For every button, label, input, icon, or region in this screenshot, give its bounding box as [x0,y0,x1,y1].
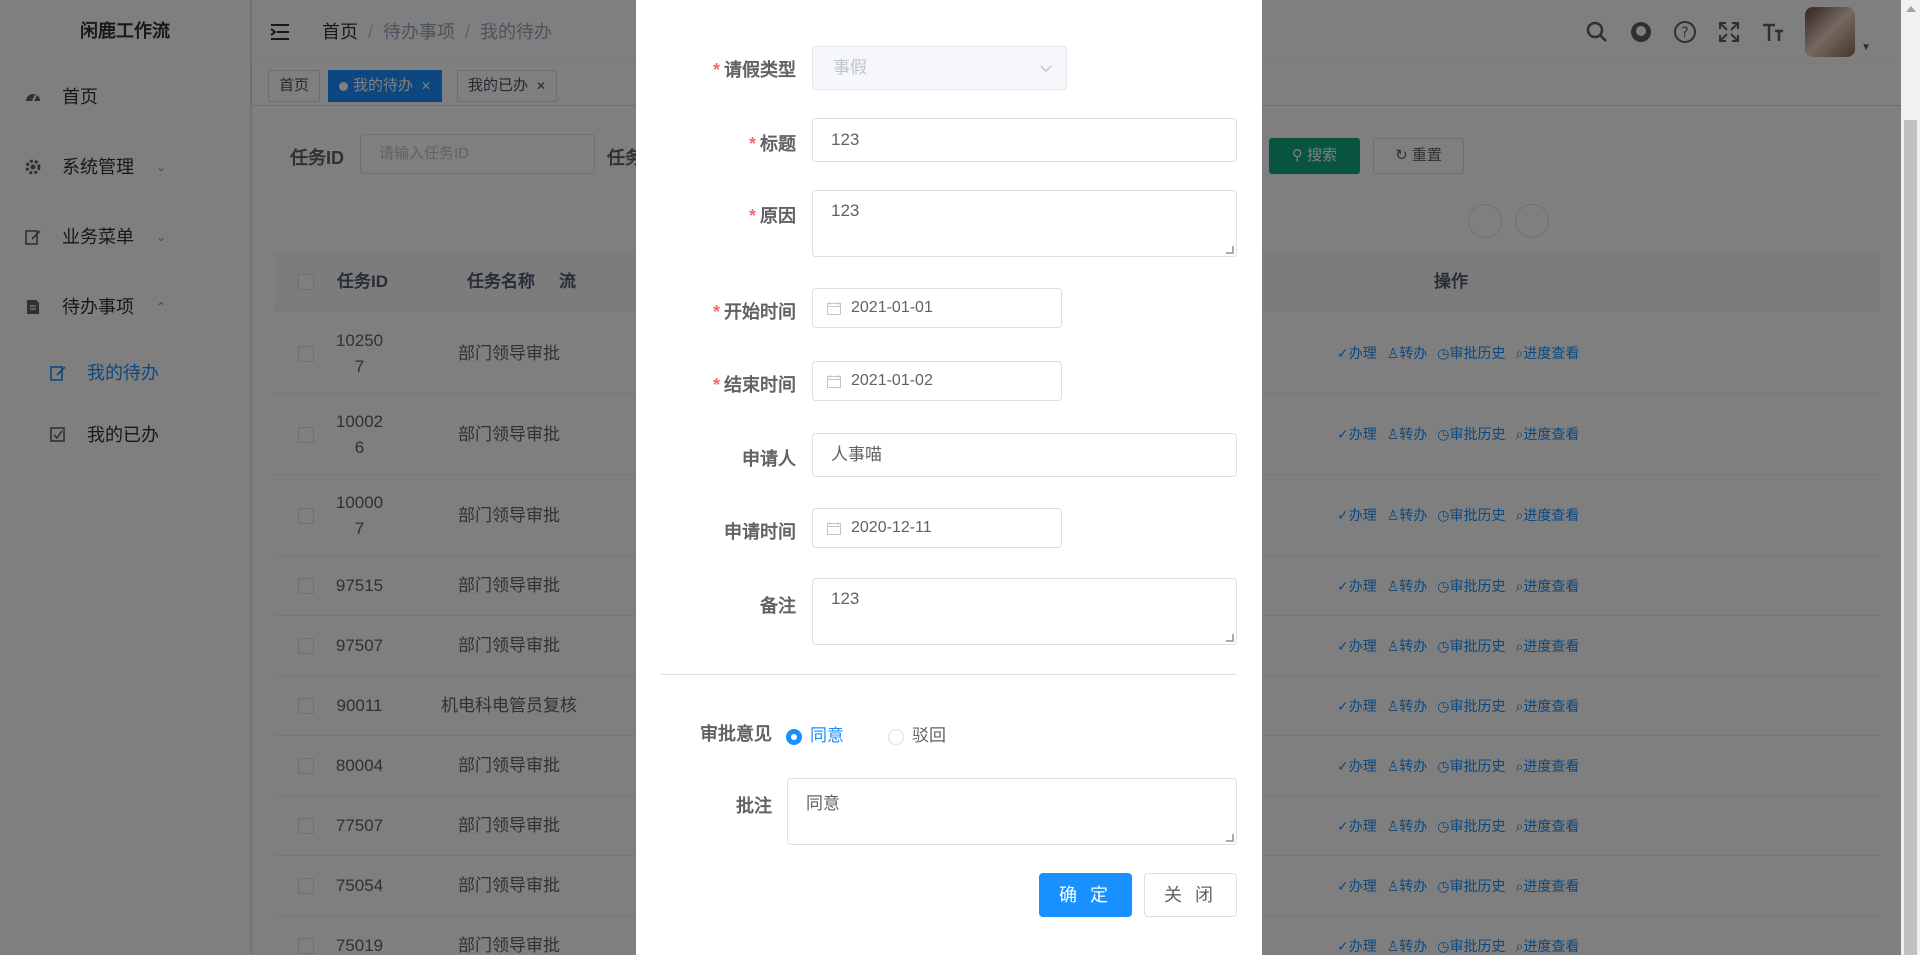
app-root: 闲鹿工作流 首页 系统管理 ⌄ 业务菜单 ⌄ 待办事项 ⌃ 我的待办 我的已办 [0,0,1920,955]
reason-textarea[interactable]: 123 [812,190,1237,257]
leave-type-label: * 请假类型 [712,60,796,80]
close-button[interactable]: 关 闭 [1144,873,1237,917]
leave-type-select[interactable]: 事假 [812,46,1067,90]
radio-agree[interactable]: 同意 [786,721,844,746]
comment-textarea[interactable]: 同意 [787,778,1237,845]
comment-label: 批注 [736,796,772,816]
title-label: * 标题 [748,134,796,154]
radio-reject[interactable]: 驳回 [888,721,946,746]
applicant-input[interactable]: 人事喵 [812,433,1237,477]
end-time-picker[interactable]: 2021-01-02 [812,361,1062,401]
calendar-icon [827,375,841,388]
calendar-icon [827,522,841,535]
confirm-button[interactable]: 确 定 [1039,873,1132,917]
applicant-label: 申请人 [742,449,796,469]
leave-approval-dialog: * 请假类型 事假 * 标题 123 * 原因 123 * 开始时间 2021-01-0… [636,0,1262,955]
calendar-icon [827,302,841,315]
start-time-label: * 开始时间 [712,302,796,322]
radio-unchecked-icon [888,728,904,745]
reason-label: * 原因 [748,206,796,226]
resize-grip-icon[interactable] [1226,634,1234,642]
scroll-thumb[interactable] [1904,120,1917,955]
remark-textarea[interactable]: 123 [812,578,1237,645]
opinion-label: 审批意见 [700,724,772,744]
resize-grip-icon[interactable] [1226,246,1234,254]
page-scrollbar[interactable] [1901,0,1920,955]
resize-grip-icon[interactable] [1226,834,1234,842]
remark-label: 备注 [760,596,796,616]
apply-time-label: 申请时间 [724,522,796,542]
radio-checked-icon [786,728,802,745]
chevron-down-icon [1040,65,1052,73]
scroll-up-arrow-icon[interactable] [1906,6,1916,12]
title-input[interactable]: 123 [812,118,1237,162]
form-divider [661,674,1237,675]
apply-time-picker[interactable]: 2020-12-11 [812,508,1062,548]
end-time-label: * 结束时间 [712,375,796,395]
start-time-picker[interactable]: 2021-01-01 [812,288,1062,328]
